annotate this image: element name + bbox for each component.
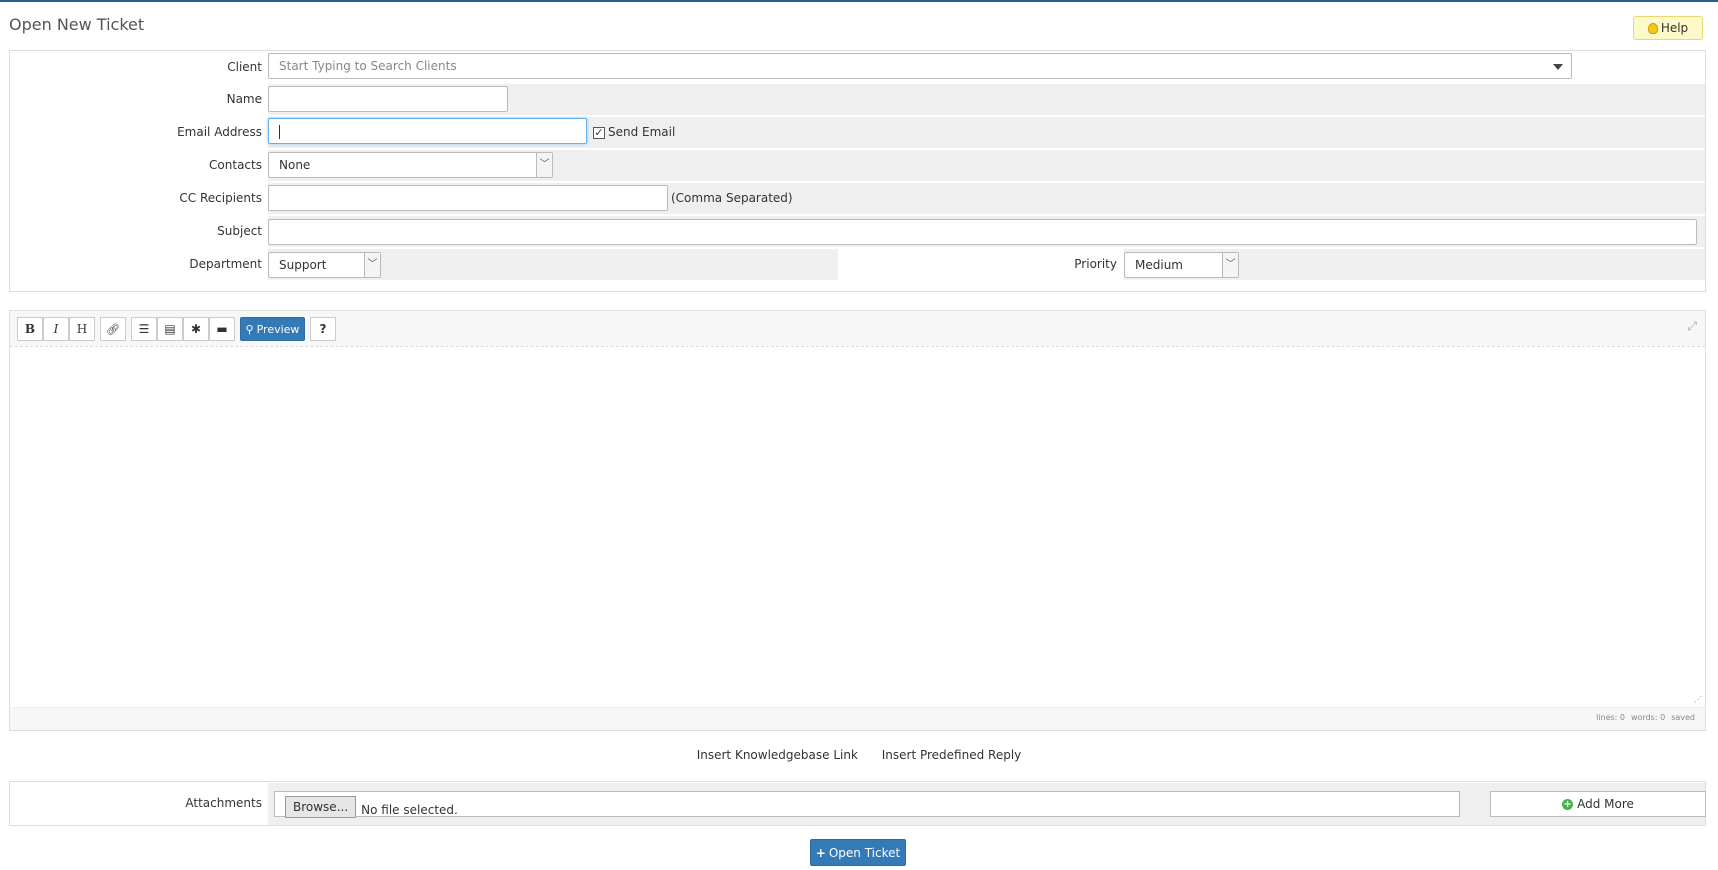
- row-email: Email Address ✓ Send Email: [10, 116, 1705, 148]
- lines-count: lines: 0: [1596, 713, 1626, 722]
- plus-icon: +: [815, 845, 826, 860]
- email-label: Email Address: [177, 125, 262, 139]
- fullscreen-icon[interactable]: ⤢: [1687, 319, 1697, 334]
- cc-field-cell: (Comma Separated): [268, 183, 1705, 214]
- name-field-cell: [268, 84, 1705, 115]
- editor-status-bar: lines: 0 words: 0 saved: [1596, 713, 1695, 722]
- comment-icon: ▬: [216, 322, 228, 336]
- add-more-button[interactable]: + Add More: [1490, 791, 1706, 817]
- row-cc: CC Recipients (Comma Separated): [10, 182, 1705, 214]
- send-email-checkbox[interactable]: ✓: [593, 126, 605, 139]
- row-subject: Subject: [10, 215, 1705, 247]
- email-field-cell: ✓ Send Email: [268, 117, 1705, 148]
- unordered-list-button[interactable]: ☰: [131, 317, 157, 341]
- resize-handle-icon[interactable]: ⋰: [1694, 695, 1702, 704]
- client-label: Client: [227, 60, 262, 74]
- name-label: Name: [226, 92, 262, 106]
- row-name: Name: [10, 83, 1705, 115]
- send-email-label: Send Email: [608, 125, 676, 139]
- department-field-cell: Support ﹀: [268, 249, 838, 280]
- email-input[interactable]: [268, 118, 587, 144]
- markdown-editor: B I H 🔗︎ ☰ ▤ ✱ ▬ ⚲ Preview ? ⤢ ⋰ lines: …: [9, 310, 1706, 731]
- department-label: Department: [189, 257, 262, 271]
- client-field-cell: Start Typing to Search Clients: [268, 52, 1705, 83]
- heading-button[interactable]: H: [69, 317, 95, 341]
- subject-field-cell: [268, 216, 1705, 247]
- contacts-label: Contacts: [209, 158, 262, 172]
- row-contacts: Contacts None ﹀: [10, 149, 1705, 181]
- department-select[interactable]: Support ﹀: [268, 252, 381, 278]
- priority-label: Priority: [1074, 257, 1117, 271]
- link-icon: 🔗︎: [106, 322, 120, 336]
- priority-field-cell: Medium ﹀: [1124, 249, 1705, 280]
- question-circle-icon: ?: [319, 322, 327, 336]
- add-more-label: Add More: [1577, 797, 1634, 811]
- insert-links: Insert Knowledgebase Link Insert Predefi…: [0, 748, 1718, 762]
- no-file-text: No file selected.: [361, 803, 458, 817]
- contacts-selected: None: [279, 158, 311, 172]
- chevron-down-icon[interactable]: ﹀: [364, 253, 380, 277]
- table-icon: ▤: [164, 322, 176, 336]
- subject-label: Subject: [217, 224, 262, 238]
- subject-input[interactable]: [268, 219, 1697, 245]
- insert-predefined-reply-link[interactable]: Insert Predefined Reply: [882, 748, 1022, 762]
- asterisk-icon: ✱: [190, 322, 202, 336]
- bold-button[interactable]: B: [17, 317, 43, 341]
- help-markdown-button[interactable]: ?: [310, 317, 336, 341]
- browse-button[interactable]: Browse...: [285, 796, 357, 818]
- lightbulb-icon: [1647, 22, 1658, 34]
- contacts-field-cell: None ﹀: [268, 150, 1705, 181]
- contacts-select[interactable]: None ﹀: [268, 152, 553, 178]
- open-ticket-button[interactable]: + Open Ticket: [810, 839, 906, 866]
- list-icon: ☰: [138, 322, 150, 336]
- cc-input[interactable]: [268, 185, 668, 211]
- words-count: words: 0: [1631, 713, 1666, 722]
- client-placeholder: Start Typing to Search Clients: [279, 59, 457, 73]
- plus-circle-icon: +: [1562, 798, 1574, 810]
- search-icon: ⚲: [245, 322, 254, 336]
- top-accent-bar: [0, 0, 1718, 2]
- page-title: Open New Ticket: [9, 15, 145, 34]
- file-input[interactable]: Browse... No file selected.: [274, 791, 1460, 818]
- row-client: Client Start Typing to Search Clients: [10, 51, 1705, 83]
- name-input[interactable]: [268, 86, 508, 112]
- preview-label: Preview: [256, 322, 300, 336]
- ticket-form: Client Start Typing to Search Clients Na…: [9, 50, 1706, 292]
- chevron-down-icon[interactable]: ﹀: [536, 153, 552, 177]
- open-ticket-label: Open Ticket: [828, 845, 901, 860]
- help-button[interactable]: Help: [1633, 16, 1703, 40]
- attachments-field-cell: Browse... No file selected. + Add More: [268, 783, 1706, 825]
- attachments-label: Attachments: [185, 796, 262, 810]
- department-selected: Support: [279, 258, 327, 272]
- row-department-priority: Department Support ﹀ Priority Medium ﹀: [10, 248, 1705, 280]
- text-cursor: [279, 124, 280, 139]
- quote-button[interactable]: ▬: [209, 317, 235, 341]
- send-email-option[interactable]: ✓ Send Email: [593, 119, 675, 145]
- italic-button[interactable]: I: [43, 317, 69, 341]
- priority-select[interactable]: Medium ﹀: [1124, 252, 1239, 278]
- chevron-down-icon[interactable]: ﹀: [1222, 253, 1238, 277]
- cc-hint: (Comma Separated): [671, 191, 793, 205]
- caret-down-icon[interactable]: [1553, 64, 1563, 70]
- asterisk-button[interactable]: ✱: [183, 317, 209, 341]
- help-label: Help: [1660, 21, 1689, 35]
- saved-status: saved: [1671, 713, 1695, 722]
- attachments-section: Attachments Browse... No file selected. …: [9, 781, 1706, 826]
- priority-selected: Medium: [1135, 258, 1183, 272]
- cc-label: CC Recipients: [179, 191, 262, 205]
- insert-knowledgebase-link[interactable]: Insert Knowledgebase Link: [697, 748, 858, 762]
- editor-toolbar: B I H 🔗︎ ☰ ▤ ✱ ▬ ⚲ Preview ?: [17, 317, 336, 343]
- preview-button[interactable]: ⚲ Preview: [240, 317, 305, 341]
- link-button[interactable]: 🔗︎: [100, 317, 126, 341]
- client-search-input[interactable]: Start Typing to Search Clients: [268, 53, 1572, 79]
- table-button[interactable]: ▤: [157, 317, 183, 341]
- message-textarea[interactable]: [10, 346, 1705, 708]
